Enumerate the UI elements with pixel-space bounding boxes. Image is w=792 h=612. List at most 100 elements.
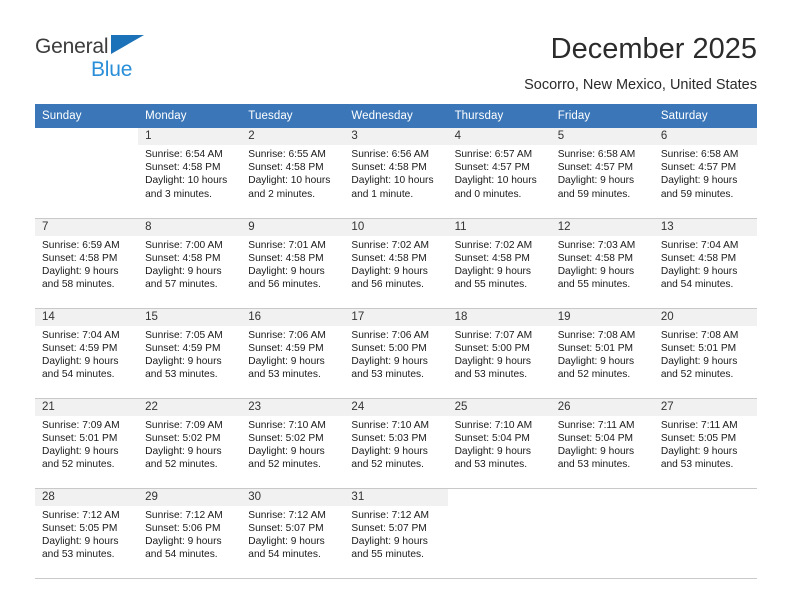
day-number: 3 (344, 128, 448, 145)
calendar-day-cell[interactable]: 2 Sunrise: 6:55 AM Sunset: 4:58 PM Daylight… (241, 128, 345, 219)
calendar-day-cell[interactable]: 30 Sunrise: 7:12 AM Sunset: 5:07 PM Dayligh… (241, 488, 345, 579)
daylight-duration-line1: Daylight: 9 hours (351, 535, 428, 547)
calendar-day-cell[interactable]: 10 Sunrise: 7:02 AM Sunset: 4:58 PM Dayligh… (344, 218, 448, 309)
day-details: Sunrise: 6:59 AM Sunset: 4:58 PM Daylight:… (35, 236, 138, 292)
sunset-time: Sunset: 5:07 PM (351, 522, 427, 534)
daylight-duration-line1: Daylight: 10 hours (145, 175, 228, 187)
sunset-time: Sunset: 4:58 PM (454, 252, 530, 264)
sunset-time: Sunset: 4:57 PM (557, 162, 634, 174)
calendar-day-cell[interactable]: 29 Sunrise: 7:12 AM Sunset: 5:06 PM Dayligh… (138, 488, 242, 579)
day-details: Sunrise: 7:10 AM Sunset: 5:02 PM Daylight:… (241, 416, 344, 472)
day-number: 12 (550, 218, 654, 236)
sunrise-time: Sunrise: 7:11 AM (660, 419, 738, 431)
calendar-day-cell[interactable]: 9 Sunrise: 7:01 AM Sunset: 4:58 PM Daylight… (241, 218, 345, 309)
day-details: Sunrise: 7:03 AM Sunset: 4:58 PM Daylight:… (551, 236, 654, 292)
daylight-duration-line2: and 52 minutes. (145, 459, 218, 471)
day-details: Sunrise: 7:00 AM Sunset: 4:58 PM Daylight:… (138, 236, 241, 292)
calendar-week-row: 7 Sunrise: 6:59 AM Sunset: 4:58 PM Daylight… (35, 218, 757, 309)
calendar-day-cell[interactable]: 14 Sunrise: 7:04 AM Sunset: 4:59 PM Dayligh… (35, 308, 139, 399)
sunrise-time: Sunrise: 6:55 AM (248, 149, 326, 160)
calendar-day-cell[interactable]: 5 Sunrise: 6:58 AM Sunset: 4:57 PM Daylight… (550, 128, 654, 219)
daylight-duration-line2: and 53 minutes. (660, 459, 734, 471)
sunrise-time: Sunrise: 7:08 AM (557, 329, 636, 341)
day-details: Sunrise: 7:04 AM Sunset: 4:58 PM Daylight:… (654, 236, 757, 292)
daylight-duration-line1: Daylight: 9 hours (557, 175, 635, 187)
calendar-day-cell[interactable]: 16 Sunrise: 7:06 AM Sunset: 4:59 PM Dayligh… (241, 308, 345, 399)
calendar-day-cell[interactable]: 31 Sunrise: 7:12 AM Sunset: 5:07 PM Dayligh… (344, 488, 448, 579)
daylight-duration-line2: and 56 minutes. (248, 279, 321, 291)
calendar-day-cell[interactable]: 22 Sunrise: 7:09 AM Sunset: 5:02 PM Dayligh… (138, 398, 242, 489)
day-number: 4 (447, 128, 551, 145)
page-title: December 2025 (550, 33, 757, 65)
weekday-header-saturday: Saturday (653, 104, 757, 128)
day-details: Sunrise: 6:58 AM Sunset: 4:57 PM Daylight:… (654, 145, 757, 201)
calendar-day-cell[interactable]: 7 Sunrise: 6:59 AM Sunset: 4:58 PM Daylight… (35, 218, 139, 309)
daylight-duration-line1: Daylight: 9 hours (557, 265, 635, 277)
day-number: 19 (550, 308, 654, 326)
daylight-duration-line2: and 3 minutes. (145, 188, 212, 200)
sunset-time: Sunset: 4:59 PM (145, 342, 221, 354)
daylight-duration-line2: and 53 minutes. (351, 369, 424, 381)
calendar-day-cell[interactable]: 28 Sunrise: 7:12 AM Sunset: 5:05 PM Dayligh… (35, 488, 139, 579)
sunrise-time: Sunrise: 7:10 AM (454, 419, 533, 431)
day-details: Sunrise: 7:10 AM Sunset: 5:03 PM Daylight:… (344, 416, 447, 472)
calendar-day-cell[interactable]: 18 Sunrise: 7:07 AM Sunset: 5:00 PM Dayligh… (447, 308, 551, 399)
calendar-day-cell[interactable]: 17 Sunrise: 7:06 AM Sunset: 5:00 PM Dayligh… (344, 308, 448, 399)
calendar-day-cell[interactable]: 15 Sunrise: 7:05 AM Sunset: 4:59 PM Dayligh… (138, 308, 242, 399)
day-number: 2 (241, 128, 345, 145)
calendar-day-cell[interactable]: 3 Sunrise: 6:56 AM Sunset: 4:58 PM Daylight… (344, 128, 448, 219)
day-details: Sunrise: 7:06 AM Sunset: 5:00 PM Daylight:… (344, 326, 447, 382)
calendar-day-cell[interactable]: 20 Sunrise: 7:08 AM Sunset: 5:01 PM Dayligh… (653, 308, 757, 399)
day-number: 29 (138, 488, 242, 506)
calendar-day-cell[interactable]: 13 Sunrise: 7:04 AM Sunset: 4:58 PM Dayligh… (653, 218, 757, 309)
day-details: Sunrise: 7:08 AM Sunset: 5:01 PM Daylight:… (654, 326, 757, 382)
day-details: Sunrise: 7:06 AM Sunset: 4:59 PM Daylight:… (241, 326, 344, 382)
sunrise-time: Sunrise: 7:06 AM (351, 329, 430, 341)
calendar-day-cell[interactable]: 12 Sunrise: 7:03 AM Sunset: 4:58 PM Dayligh… (550, 218, 654, 309)
daylight-duration-line2: and 52 minutes. (660, 369, 734, 381)
calendar-day-cell[interactable]: 21 Sunrise: 7:09 AM Sunset: 5:01 PM Dayligh… (35, 398, 139, 489)
calendar-table: Sunday Monday Tuesday Wednesday Thursday… (35, 104, 757, 579)
daylight-duration-line2: and 54 minutes. (145, 549, 218, 561)
daylight-duration-line2: and 54 minutes. (248, 549, 321, 561)
day-details: Sunrise: 7:11 AM Sunset: 5:04 PM Daylight:… (551, 416, 654, 472)
calendar-day-cell[interactable]: 23 Sunrise: 7:10 AM Sunset: 5:02 PM Dayligh… (241, 398, 345, 489)
weekday-header-monday: Monday (138, 104, 242, 128)
day-details: Sunrise: 7:05 AM Sunset: 4:59 PM Daylight:… (138, 326, 241, 382)
calendar-day-cell[interactable]: 8 Sunrise: 7:00 AM Sunset: 4:58 PM Daylight… (138, 218, 242, 309)
day-details: Sunrise: 7:04 AM Sunset: 4:59 PM Daylight:… (35, 326, 138, 382)
sunrise-time: Sunrise: 7:12 AM (145, 509, 223, 521)
calendar-day-cell[interactable]: 19 Sunrise: 7:08 AM Sunset: 5:01 PM Dayligh… (550, 308, 654, 399)
daylight-duration-line1: Daylight: 9 hours (248, 265, 325, 277)
daylight-duration-line1: Daylight: 9 hours (351, 445, 428, 457)
calendar-day-cell[interactable]: 4 Sunrise: 6:57 AM Sunset: 4:57 PM Daylight… (447, 128, 551, 219)
calendar-day-cell[interactable]: 24 Sunrise: 7:10 AM Sunset: 5:03 PM Dayligh… (344, 398, 448, 489)
daylight-duration-line2: and 57 minutes. (145, 279, 218, 291)
sunrise-time: Sunrise: 6:59 AM (42, 239, 120, 251)
sunset-time: Sunset: 5:04 PM (454, 432, 530, 444)
calendar-day-cell[interactable]: 1 Sunrise: 6:54 AM Sunset: 4:58 PM Daylight… (138, 128, 242, 219)
logo-text-blue: Blue (91, 58, 133, 81)
calendar-day-cell[interactable]: 6 Sunrise: 6:58 AM Sunset: 4:57 PM Daylight… (653, 128, 757, 219)
daylight-duration-line2: and 2 minutes. (248, 188, 316, 200)
day-number: 20 (653, 308, 757, 326)
sunset-time: Sunset: 5:04 PM (557, 432, 634, 444)
day-details: Sunrise: 7:11 AM Sunset: 5:05 PM Daylight:… (654, 416, 757, 472)
sunrise-time: Sunrise: 7:01 AM (248, 239, 326, 251)
daylight-duration-line1: Daylight: 9 hours (145, 355, 222, 367)
sunrise-time: Sunrise: 7:05 AM (145, 329, 223, 341)
calendar-day-cell[interactable]: 11 Sunrise: 7:02 AM Sunset: 4:58 PM Dayligh… (447, 218, 551, 309)
calendar-day-cell[interactable]: 27 Sunrise: 7:11 AM Sunset: 5:05 PM Dayligh… (653, 398, 757, 489)
day-number: 26 (550, 398, 654, 416)
day-number: 11 (447, 218, 551, 236)
calendar-day-cell[interactable]: 25 Sunrise: 7:10 AM Sunset: 5:04 PM Dayligh… (447, 398, 551, 489)
day-number: 9 (241, 218, 345, 236)
day-details: Sunrise: 7:12 AM Sunset: 5:05 PM Daylight:… (35, 506, 138, 562)
sunrise-time: Sunrise: 7:09 AM (145, 419, 223, 431)
day-details: Sunrise: 7:10 AM Sunset: 5:04 PM Daylight:… (448, 416, 551, 472)
calendar-page: General Blue December 2025 Socorro, New … (0, 0, 792, 612)
calendar-day-cell[interactable]: 26 Sunrise: 7:11 AM Sunset: 5:04 PM Dayligh… (550, 398, 654, 489)
daylight-duration-line1: Daylight: 9 hours (248, 445, 325, 457)
calendar-week-row: 21 Sunrise: 7:09 AM Sunset: 5:01 PM Dayligh… (35, 398, 757, 489)
daylight-duration-line1: Daylight: 9 hours (145, 445, 222, 457)
